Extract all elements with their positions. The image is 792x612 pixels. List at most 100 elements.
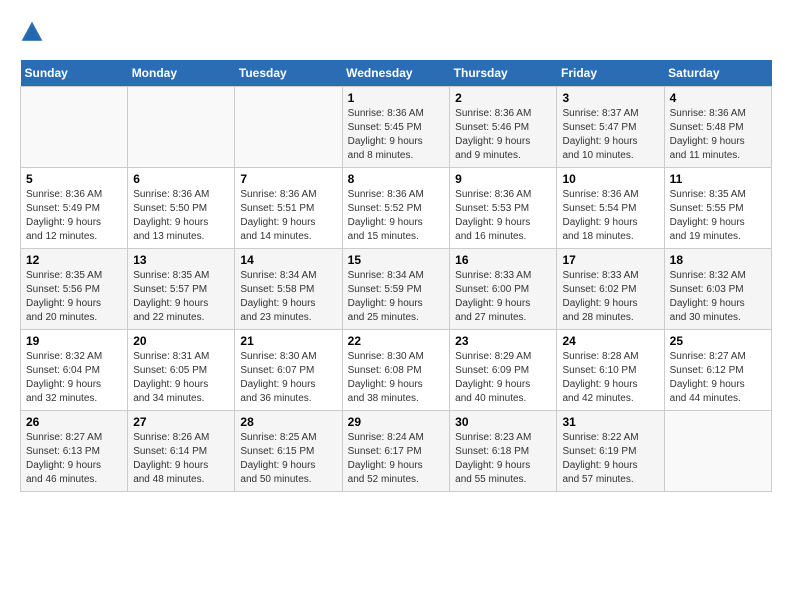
day-info: Sunrise: 8:36 AM Sunset: 5:53 PM Dayligh… xyxy=(455,188,551,244)
day-info: Sunrise: 8:35 AM Sunset: 5:56 PM Dayligh… xyxy=(26,269,122,325)
day-info: Sunrise: 8:36 AM Sunset: 5:49 PM Dayligh… xyxy=(26,188,122,244)
calendar-cell: 7Sunrise: 8:36 AM Sunset: 5:51 PM Daylig… xyxy=(235,168,342,249)
calendar-cell: 1 Sunrise: 8:36 AM Sunset: 5:45 PM Daylig… xyxy=(342,87,450,168)
day-number: 6 xyxy=(133,172,229,186)
day-info: Sunrise: 8:36 AM Sunset: 5:48 PM Dayligh… xyxy=(670,107,766,163)
calendar-cell: 31 Sunrise: 8:22 AM Sunset: 6:19 PM Dayli… xyxy=(557,411,664,492)
day-number: 28 xyxy=(240,415,336,429)
day-number: 14 xyxy=(240,253,336,267)
calendar-cell: 29 Sunrise: 8:24 AM Sunset: 6:17 PM Dayli… xyxy=(342,411,450,492)
day-info: Sunrise: 8:32 AM Sunset: 6:03 PM Dayligh… xyxy=(670,269,766,325)
day-info: Sunrise: 8:27 AM Sunset: 6:13 PM Dayligh… xyxy=(26,431,122,487)
day-number: 26 xyxy=(26,415,122,429)
calendar-cell: 4 Sunrise: 8:36 AM Sunset: 5:48 PM Daylig… xyxy=(664,87,771,168)
calendar-cell: 3 Sunrise: 8:37 AM Sunset: 5:47 PM Daylig… xyxy=(557,87,664,168)
day-info: Sunrise: 8:35 AM Sunset: 5:55 PM Dayligh… xyxy=(670,188,766,244)
day-info: Sunrise: 8:33 AM Sunset: 6:02 PM Dayligh… xyxy=(562,269,658,325)
day-info: Sunrise: 8:33 AM Sunset: 6:00 PM Dayligh… xyxy=(455,269,551,325)
day-number: 29 xyxy=(348,415,445,429)
calendar-cell: 2 Sunrise: 8:36 AM Sunset: 5:46 PM Daylig… xyxy=(450,87,557,168)
calendar-cell: 9 Sunrise: 8:36 AM Sunset: 5:53 PM Daylig… xyxy=(450,168,557,249)
day-number: 4 xyxy=(670,91,766,105)
day-info: Sunrise: 8:35 AM Sunset: 5:57 PM Dayligh… xyxy=(133,269,229,325)
day-headers-row: SundayMondayTuesdayWednesdayThursdayFrid… xyxy=(21,60,772,87)
day-header-wednesday: Wednesday xyxy=(342,60,450,87)
day-info: Sunrise: 8:36 AM Sunset: 5:51 PM Dayligh… xyxy=(240,188,336,244)
calendar-cell: 24 Sunrise: 8:28 AM Sunset: 6:10 PM Dayli… xyxy=(557,330,664,411)
day-info: Sunrise: 8:36 AM Sunset: 5:46 PM Dayligh… xyxy=(455,107,551,163)
calendar-cell xyxy=(128,87,235,168)
calendar-cell: 30 Sunrise: 8:23 AM Sunset: 6:18 PM Dayli… xyxy=(450,411,557,492)
day-info: Sunrise: 8:22 AM Sunset: 6:19 PM Dayligh… xyxy=(562,431,658,487)
day-info: Sunrise: 8:28 AM Sunset: 6:10 PM Dayligh… xyxy=(562,350,658,406)
day-header-friday: Friday xyxy=(557,60,664,87)
day-info: Sunrise: 8:34 AM Sunset: 5:58 PM Dayligh… xyxy=(240,269,336,325)
day-info: Sunrise: 8:24 AM Sunset: 6:17 PM Dayligh… xyxy=(348,431,445,487)
calendar-cell xyxy=(235,87,342,168)
calendar-cell: 16Sunrise: 8:33 AM Sunset: 6:00 PM Dayli… xyxy=(450,249,557,330)
day-number: 30 xyxy=(455,415,551,429)
day-number: 31 xyxy=(562,415,658,429)
day-number: 24 xyxy=(562,334,658,348)
calendar-cell: 19 Sunrise: 8:32 AM Sunset: 6:04 PM Dayli… xyxy=(21,330,128,411)
calendar-cell: 14 Sunrise: 8:34 AM Sunset: 5:58 PM Dayli… xyxy=(235,249,342,330)
calendar-cell: 22 Sunrise: 8:30 AM Sunset: 6:08 PM Dayli… xyxy=(342,330,450,411)
day-info: Sunrise: 8:36 AM Sunset: 5:50 PM Dayligh… xyxy=(133,188,229,244)
calendar-cell: 18 Sunrise: 8:32 AM Sunset: 6:03 PM Dayli… xyxy=(664,249,771,330)
calendar-cell: 17 Sunrise: 8:33 AM Sunset: 6:02 PM Dayli… xyxy=(557,249,664,330)
day-info: Sunrise: 8:31 AM Sunset: 6:05 PM Dayligh… xyxy=(133,350,229,406)
week-row-3: 12 Sunrise: 8:35 AM Sunset: 5:56 PM Dayli… xyxy=(21,249,772,330)
day-info: Sunrise: 8:27 AM Sunset: 6:12 PM Dayligh… xyxy=(670,350,766,406)
day-info: Sunrise: 8:36 AM Sunset: 5:54 PM Dayligh… xyxy=(562,188,658,244)
day-number: 9 xyxy=(455,172,551,186)
day-number: 11 xyxy=(670,172,766,186)
day-number: 27 xyxy=(133,415,229,429)
day-header-sunday: Sunday xyxy=(21,60,128,87)
day-number: 3 xyxy=(562,91,658,105)
logo xyxy=(20,20,48,44)
day-header-monday: Monday xyxy=(128,60,235,87)
day-number: 12 xyxy=(26,253,122,267)
calendar-cell: 25 Sunrise: 8:27 AM Sunset: 6:12 PM Dayli… xyxy=(664,330,771,411)
day-number: 19 xyxy=(26,334,122,348)
calendar-cell: 10 Sunrise: 8:36 AM Sunset: 5:54 PM Dayli… xyxy=(557,168,664,249)
day-number: 13 xyxy=(133,253,229,267)
day-number: 1 xyxy=(348,91,445,105)
day-number: 5 xyxy=(26,172,122,186)
day-number: 22 xyxy=(348,334,445,348)
day-info: Sunrise: 8:29 AM Sunset: 6:09 PM Dayligh… xyxy=(455,350,551,406)
day-number: 25 xyxy=(670,334,766,348)
day-info: Sunrise: 8:25 AM Sunset: 6:15 PM Dayligh… xyxy=(240,431,336,487)
day-number: 23 xyxy=(455,334,551,348)
day-number: 2 xyxy=(455,91,551,105)
day-number: 17 xyxy=(562,253,658,267)
day-info: Sunrise: 8:23 AM Sunset: 6:18 PM Dayligh… xyxy=(455,431,551,487)
calendar-cell: 20 Sunrise: 8:31 AM Sunset: 6:05 PM Dayli… xyxy=(128,330,235,411)
day-info: Sunrise: 8:34 AM Sunset: 5:59 PM Dayligh… xyxy=(348,269,445,325)
day-number: 20 xyxy=(133,334,229,348)
week-row-1: 1 Sunrise: 8:36 AM Sunset: 5:45 PM Daylig… xyxy=(21,87,772,168)
day-number: 21 xyxy=(240,334,336,348)
calendar-cell: 12 Sunrise: 8:35 AM Sunset: 5:56 PM Dayli… xyxy=(21,249,128,330)
calendar-cell: 27 Sunrise: 8:26 AM Sunset: 6:14 PM Dayli… xyxy=(128,411,235,492)
calendar-cell: 15Sunrise: 8:34 AM Sunset: 5:59 PM Dayli… xyxy=(342,249,450,330)
day-info: Sunrise: 8:26 AM Sunset: 6:14 PM Dayligh… xyxy=(133,431,229,487)
calendar-cell: 23 Sunrise: 8:29 AM Sunset: 6:09 PM Dayli… xyxy=(450,330,557,411)
day-number: 18 xyxy=(670,253,766,267)
day-number: 10 xyxy=(562,172,658,186)
calendar-cell: 5 Sunrise: 8:36 AM Sunset: 5:49 PM Daylig… xyxy=(21,168,128,249)
calendar-cell: 11 Sunrise: 8:35 AM Sunset: 5:55 PM Dayli… xyxy=(664,168,771,249)
day-info: Sunrise: 8:32 AM Sunset: 6:04 PM Dayligh… xyxy=(26,350,122,406)
calendar-cell: 8Sunrise: 8:36 AM Sunset: 5:52 PM Daylig… xyxy=(342,168,450,249)
calendar-body: 1 Sunrise: 8:36 AM Sunset: 5:45 PM Daylig… xyxy=(21,87,772,492)
day-info: Sunrise: 8:37 AM Sunset: 5:47 PM Dayligh… xyxy=(562,107,658,163)
calendar-cell: 13 Sunrise: 8:35 AM Sunset: 5:57 PM Dayli… xyxy=(128,249,235,330)
week-row-4: 19 Sunrise: 8:32 AM Sunset: 6:04 PM Dayli… xyxy=(21,330,772,411)
calendar-cell: 28 Sunrise: 8:25 AM Sunset: 6:15 PM Dayli… xyxy=(235,411,342,492)
calendar-header: SundayMondayTuesdayWednesdayThursdayFrid… xyxy=(21,60,772,87)
day-info: Sunrise: 8:30 AM Sunset: 6:08 PM Dayligh… xyxy=(348,350,445,406)
week-row-5: 26 Sunrise: 8:27 AM Sunset: 6:13 PM Dayli… xyxy=(21,411,772,492)
week-row-2: 5 Sunrise: 8:36 AM Sunset: 5:49 PM Daylig… xyxy=(21,168,772,249)
calendar-cell xyxy=(21,87,128,168)
day-info: Sunrise: 8:36 AM Sunset: 5:45 PM Dayligh… xyxy=(348,107,445,163)
